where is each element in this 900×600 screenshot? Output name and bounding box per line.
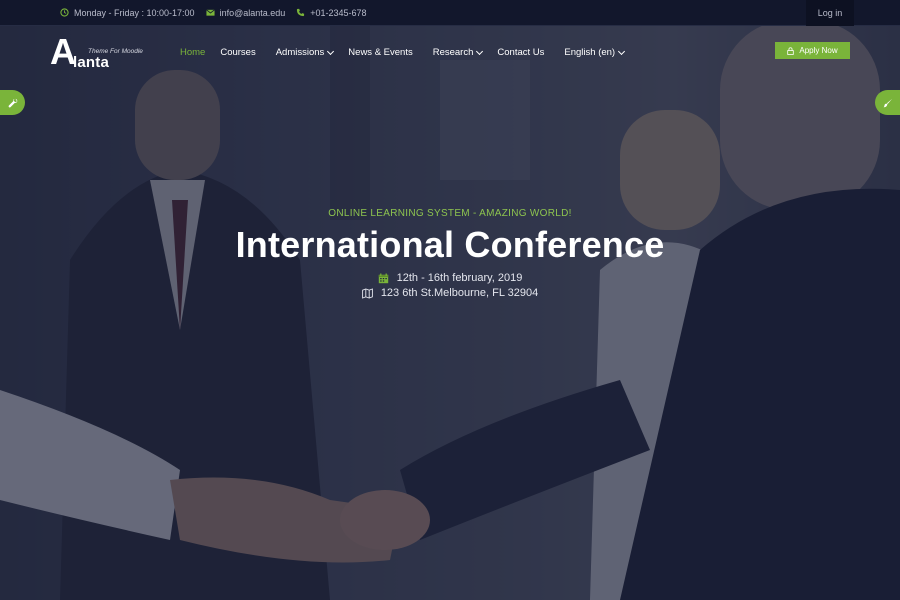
settings-toggle-left[interactable] bbox=[0, 90, 25, 115]
hours-text: Monday - Friday : 10:00-17:00 bbox=[74, 7, 195, 18]
apply-now-button[interactable]: Apply Now bbox=[775, 42, 850, 59]
nav-label: Research bbox=[432, 46, 474, 58]
contact-info: Monday - Friday : 10:00-17:00 info@alant… bbox=[60, 8, 378, 18]
hours-info: Monday - Friday : 10:00-17:00 bbox=[60, 8, 195, 18]
nav-label: English (en) bbox=[564, 46, 616, 58]
nav-label: Admissions bbox=[275, 46, 325, 58]
hero-title: International Conference bbox=[235, 224, 665, 265]
email-text[interactable]: info@alanta.edu bbox=[220, 8, 286, 18]
main-nav: Home Courses Admissions News & Events Re… bbox=[180, 26, 626, 78]
nav-item-news-events[interactable]: News & Events bbox=[348, 47, 412, 58]
hero-overlay bbox=[0, 0, 900, 600]
nav-item-home[interactable]: Home bbox=[180, 47, 205, 58]
event-date-text: 12th - 16th february, 2019 bbox=[396, 272, 523, 284]
nav-item-courses[interactable]: Courses bbox=[220, 47, 255, 58]
envelope-icon bbox=[205, 9, 215, 16]
chevron-down-icon bbox=[618, 47, 626, 55]
phone-text[interactable]: +01-2345-678 bbox=[310, 8, 366, 18]
wrench-icon bbox=[8, 98, 17, 108]
clock-icon bbox=[60, 8, 69, 17]
event-date: 12th - 16th february, 2019 bbox=[0, 272, 900, 284]
nav-item-research[interactable]: Research bbox=[432, 46, 484, 58]
settings-toggle-right[interactable] bbox=[875, 90, 900, 115]
site-logo[interactable]: A Theme For Moodle lanta bbox=[50, 34, 150, 72]
nav-label: News & Events bbox=[348, 46, 413, 58]
hero-subtitle: ONLINE LEARNING SYSTEM - AMAZING WORLD! bbox=[328, 208, 572, 219]
top-info-bar: Monday - Friday : 10:00-17:00 info@alant… bbox=[0, 0, 900, 26]
email-info[interactable]: info@alanta.edu bbox=[205, 8, 286, 18]
event-location: 123 6th St.Melbourne, FL 32904 bbox=[0, 287, 900, 299]
phone-icon bbox=[297, 8, 305, 17]
chevron-down-icon bbox=[476, 47, 484, 55]
main-header: A Theme For Moodle lanta Home Courses Ad… bbox=[0, 26, 900, 82]
login-link[interactable]: Log in bbox=[806, 0, 854, 26]
logo-name: lanta bbox=[73, 54, 110, 71]
map-icon bbox=[361, 287, 373, 299]
event-location-text: 123 6th St.Melbourne, FL 32904 bbox=[380, 287, 539, 299]
nav-label: Home bbox=[180, 46, 206, 58]
calendar-icon bbox=[378, 273, 388, 283]
phone-info[interactable]: +01-2345-678 bbox=[296, 8, 367, 18]
nav-label: Courses bbox=[220, 46, 256, 58]
chevron-down-icon bbox=[327, 47, 335, 55]
nav-item-contact[interactable]: Contact Us bbox=[497, 47, 544, 58]
nav-label: Contact Us bbox=[497, 46, 545, 58]
nav-item-admissions[interactable]: Admissions bbox=[275, 46, 335, 58]
nav-item-language[interactable]: English (en) bbox=[564, 46, 626, 58]
lock-icon bbox=[787, 46, 795, 55]
apply-now-label: Apply Now bbox=[799, 46, 838, 55]
hero-content: ONLINE LEARNING SYSTEM - AMAZING WORLD! … bbox=[0, 208, 900, 299]
brush-icon bbox=[883, 98, 892, 107]
